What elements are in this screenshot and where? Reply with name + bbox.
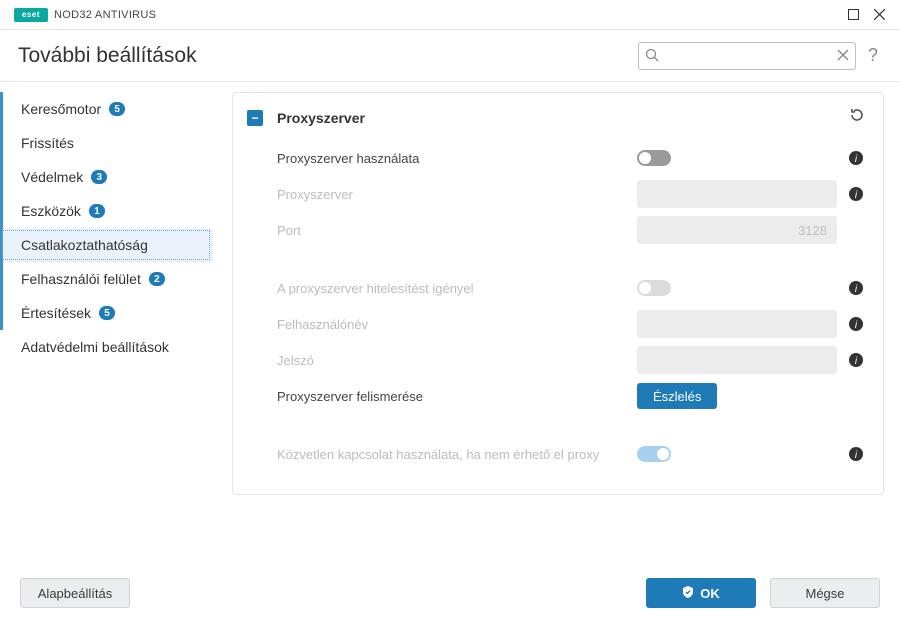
proxy-port-label: Port: [277, 223, 637, 238]
info-icon[interactable]: i: [847, 353, 865, 367]
shield-check-icon: [682, 586, 694, 601]
proxy-detect-label: Proxyszerver felismerése: [277, 389, 637, 404]
ok-label: OK: [700, 586, 720, 601]
info-icon[interactable]: i: [847, 151, 865, 165]
product-name: NOD32 ANTIVIRUS: [54, 9, 156, 21]
sidebar-badge: 3: [91, 170, 107, 184]
sidebar-item-notifications[interactable]: Értesítések 5: [0, 296, 212, 330]
proxy-auth-toggle: [637, 280, 671, 296]
info-icon[interactable]: i: [847, 317, 865, 331]
collapse-icon[interactable]: −: [247, 110, 263, 126]
direct-connection-label: Közvetlen kapcsolat használata, ha nem é…: [277, 447, 637, 462]
sidebar-item-label: Eszközök: [21, 203, 81, 219]
sidebar-item-ui[interactable]: Felhasználói felület 2: [0, 262, 212, 296]
brand: eset NOD32 ANTIVIRUS: [14, 8, 156, 22]
clear-search-icon[interactable]: [837, 48, 849, 66]
proxy-pass-label: Jelszó: [277, 353, 637, 368]
search-input[interactable]: [639, 43, 855, 69]
sidebar-item-label: Felhasználói felület: [21, 271, 141, 287]
proxy-user-input: [637, 310, 837, 338]
sidebar-item-label: Frissítés: [21, 135, 74, 151]
info-icon[interactable]: i: [847, 281, 865, 295]
sidebar-item-label: Keresőmotor: [21, 101, 101, 117]
search-icon: [645, 48, 659, 67]
proxy-server-input: [637, 180, 837, 208]
content-area: − Proxyszerver Proxyszerver használata i…: [222, 82, 900, 566]
sidebar-item-label: Értesítések: [21, 305, 91, 321]
footer: Alapbeállítás OK Mégse: [0, 566, 900, 620]
sidebar-badge: 1: [89, 204, 105, 218]
proxy-server-label: Proxyszerver: [277, 187, 637, 202]
page-header: További beállítások ?: [0, 30, 900, 82]
brand-logo: eset: [14, 8, 48, 22]
sidebar: Keresőmotor 5 Frissítés Védelmek 3 Eszkö…: [0, 82, 222, 566]
sidebar-item-label: Csatlakoztathatóság: [21, 237, 148, 253]
use-proxy-label: Proxyszerver használata: [277, 151, 637, 166]
ok-button[interactable]: OK: [646, 578, 756, 608]
detect-button[interactable]: Észlelés: [637, 383, 717, 409]
proxy-auth-label: A proxyszerver hitelesítést igényel: [277, 281, 637, 296]
sidebar-item-scan-engine[interactable]: Keresőmotor 5: [0, 92, 212, 126]
sidebar-item-protections[interactable]: Védelmek 3: [0, 160, 212, 194]
sidebar-badge: 5: [99, 306, 115, 320]
sidebar-item-label: Adatvédelmi beállítások: [21, 339, 169, 355]
sidebar-item-tools[interactable]: Eszközök 1: [0, 194, 212, 228]
info-icon[interactable]: i: [847, 447, 865, 461]
proxy-panel: − Proxyszerver Proxyszerver használata i…: [232, 92, 884, 495]
proxy-pass-input: [637, 346, 837, 374]
proxy-port-input: [637, 216, 837, 244]
default-button[interactable]: Alapbeállítás: [20, 578, 130, 608]
window-close-icon[interactable]: [866, 2, 892, 28]
search-field[interactable]: [638, 42, 856, 70]
sidebar-item-connectivity[interactable]: Csatlakoztathatóság: [0, 228, 212, 262]
sidebar-item-privacy[interactable]: Adatvédelmi beállítások: [0, 330, 212, 364]
sidebar-badge: 2: [149, 272, 165, 286]
titlebar: eset NOD32 ANTIVIRUS: [0, 0, 900, 30]
proxy-user-label: Felhasználónév: [277, 317, 637, 332]
revert-icon[interactable]: [849, 107, 865, 128]
direct-connection-toggle: [637, 446, 671, 462]
help-icon[interactable]: ?: [868, 45, 878, 66]
info-icon[interactable]: i: [847, 187, 865, 201]
sidebar-item-label: Védelmek: [21, 169, 83, 185]
cancel-button[interactable]: Mégse: [770, 578, 880, 608]
panel-title: Proxyszerver: [277, 110, 849, 126]
page-title: További beállítások: [18, 44, 638, 68]
window-maximize-icon[interactable]: [840, 2, 866, 28]
use-proxy-toggle[interactable]: [637, 150, 671, 166]
sidebar-item-update[interactable]: Frissítés: [0, 126, 212, 160]
sidebar-badge: 5: [109, 102, 125, 116]
